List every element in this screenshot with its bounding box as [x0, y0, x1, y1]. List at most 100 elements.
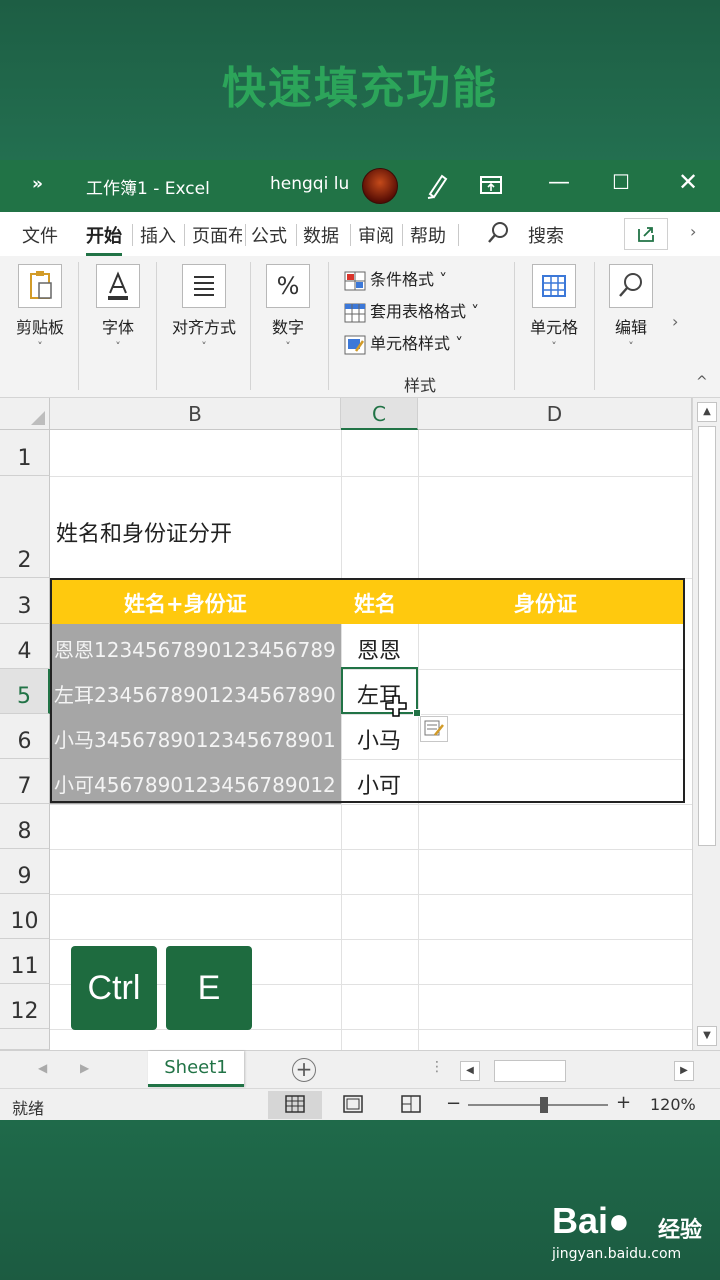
zoom-level[interactable]: 120%	[650, 1095, 696, 1114]
cell-b2[interactable]: 姓名和身份证分开	[56, 516, 232, 548]
zoom-slider-handle[interactable]	[540, 1097, 548, 1113]
sheet-options-icon[interactable]: ⋮	[430, 1059, 444, 1075]
scroll-down-icon[interactable]: ▼	[697, 1026, 717, 1046]
search-label[interactable]: 搜索	[528, 222, 564, 248]
row-header-7[interactable]: 7	[0, 759, 50, 804]
align-icon[interactable]	[182, 264, 226, 308]
clipboard-icon[interactable]	[18, 264, 62, 308]
worksheet-grid[interactable]: B C D 1 2 3 4 5 6 7 8 9 10 11 12 姓名和身份证分…	[0, 398, 692, 1050]
add-sheet-button[interactable]: +	[292, 1058, 316, 1082]
row-header-9[interactable]: 9	[0, 849, 50, 894]
sheet-tab-sheet1[interactable]: Sheet1	[148, 1051, 244, 1087]
column-header-d[interactable]: D	[418, 398, 692, 430]
tab-help[interactable]: 帮助	[410, 222, 446, 248]
row-header-2[interactable]: 2	[0, 476, 50, 578]
cell-b7[interactable]: 小可456789012345678​9012	[54, 769, 336, 798]
chevron-down-icon: ˅	[628, 340, 634, 353]
tab-file[interactable]: 文件	[22, 222, 58, 248]
cells-group[interactable]: 单元格 ˅	[524, 264, 584, 353]
alignment-group[interactable]: 对齐方式 ˅	[166, 264, 242, 353]
conditional-format-button[interactable]: 条件格式 ˅	[344, 266, 447, 291]
share-button[interactable]	[624, 218, 668, 250]
row-header-13[interactable]	[0, 1029, 50, 1050]
ribbon-tabs: 文件 开始 插入 页面布 公式 数据 审阅 帮助 搜索 ›	[0, 212, 720, 256]
row-header-8[interactable]: 8	[0, 804, 50, 849]
baidu-logo: Bai●	[552, 1200, 630, 1241]
page-break-view-button[interactable]	[384, 1091, 438, 1119]
row-header-6[interactable]: 6	[0, 714, 50, 759]
tab-insert[interactable]: 插入	[140, 222, 176, 248]
grid-line	[50, 894, 692, 895]
format-as-table-button[interactable]: 套用表格格式 ˅	[344, 298, 479, 323]
excel-window: » 工作簿1 - Excel hengqi lu — ☐ ✕ 文件 开始 插入 …	[0, 160, 720, 1120]
column-header-c[interactable]: C	[341, 398, 418, 430]
tab-separator	[350, 224, 351, 246]
zoom-slider[interactable]	[468, 1104, 608, 1106]
row-header-3[interactable]: 3	[0, 578, 50, 624]
avatar[interactable]	[362, 168, 398, 204]
row-header-1[interactable]: 1	[0, 430, 50, 476]
page-layout-view-button[interactable]	[326, 1091, 380, 1119]
maximize-button[interactable]: ☐	[612, 170, 630, 194]
vertical-scrollbar[interactable]: ▲ ▼	[692, 398, 720, 1050]
clipboard-group[interactable]: 剪贴板 ˅	[12, 264, 68, 353]
search-icon[interactable]	[486, 220, 512, 246]
row-header-10[interactable]: 10	[0, 894, 50, 939]
font-group[interactable]: 字体 ˅	[92, 264, 144, 353]
cell-b5[interactable]: 左耳23456789012345678​90	[54, 679, 336, 708]
quick-access-more-icon[interactable]: »	[32, 174, 43, 194]
user-name[interactable]: hengqi lu	[270, 174, 349, 194]
header-name[interactable]: 姓名	[354, 588, 396, 618]
percent-icon[interactable]: %	[266, 264, 310, 308]
tab-data[interactable]: 数据	[303, 222, 339, 248]
select-all-button[interactable]	[0, 398, 50, 430]
cells-icon[interactable]	[532, 264, 576, 308]
cell-c4[interactable]: 恩恩	[357, 633, 401, 665]
collapse-ribbon-icon[interactable]: ^	[696, 374, 708, 390]
ribbon-more-icon[interactable]: ›	[672, 312, 678, 331]
row-header-12[interactable]: 12	[0, 984, 50, 1029]
tab-review[interactable]: 审阅	[358, 222, 394, 248]
cell-styles-button[interactable]: 单元格样式 ˅	[344, 330, 463, 355]
column-header-b[interactable]: B	[50, 398, 341, 430]
row-header-4[interactable]: 4	[0, 624, 50, 669]
conditional-format-icon	[344, 271, 366, 291]
scroll-thumb[interactable]	[698, 426, 716, 846]
editing-label: 编辑	[614, 318, 647, 337]
cell-b6[interactable]: 小马3456789012345678​901	[54, 724, 336, 753]
sheet-prev-icon[interactable]: ◀	[38, 1061, 47, 1075]
tab-formulas[interactable]: 公式	[251, 222, 287, 248]
zoom-in-button[interactable]: +	[616, 1092, 631, 1113]
tabs-scroll-right-icon[interactable]: ›	[690, 222, 696, 241]
minimize-button[interactable]: —	[548, 170, 570, 195]
tab-page-layout[interactable]: 页面布	[192, 222, 242, 248]
tab-home[interactable]: 开始	[86, 222, 122, 256]
header-combined[interactable]: 姓名+身份证	[124, 588, 247, 618]
tab-separator	[184, 224, 185, 246]
scroll-left-icon[interactable]: ◀	[460, 1061, 480, 1081]
scroll-up-icon[interactable]: ▲	[697, 402, 717, 422]
header-id[interactable]: 身份证	[514, 588, 577, 618]
cell-b4[interactable]: 恩恩123456789012345678​9	[54, 634, 336, 663]
sheet-next-icon[interactable]: ▶	[80, 1061, 89, 1075]
tab-separator	[296, 224, 297, 246]
font-color-icon[interactable]	[96, 264, 140, 308]
cell-c6[interactable]: 小马	[357, 723, 401, 755]
search-icon[interactable]	[609, 264, 653, 308]
table-header-row: 姓名+身份证 姓名 身份证	[50, 578, 684, 624]
flash-fill-options-icon[interactable]	[420, 716, 448, 742]
pen-icon[interactable]	[424, 170, 450, 200]
scroll-right-icon[interactable]: ▶	[674, 1061, 694, 1081]
number-group[interactable]: % 数字 ˅	[262, 264, 314, 353]
row-header-11[interactable]: 11	[0, 939, 50, 984]
horizontal-scroll-thumb[interactable]	[494, 1060, 566, 1082]
editing-group[interactable]: 编辑 ˅	[606, 264, 656, 353]
row-header-5[interactable]: 5	[0, 669, 50, 714]
close-button[interactable]: ✕	[678, 168, 698, 196]
zoom-out-button[interactable]: −	[446, 1093, 461, 1114]
svg-text:%: %	[277, 272, 300, 300]
normal-view-button[interactable]	[268, 1091, 322, 1119]
ribbon-display-icon[interactable]	[478, 170, 504, 200]
styles-group-label: 样式	[404, 376, 437, 395]
cell-c7[interactable]: 小可	[357, 768, 401, 800]
